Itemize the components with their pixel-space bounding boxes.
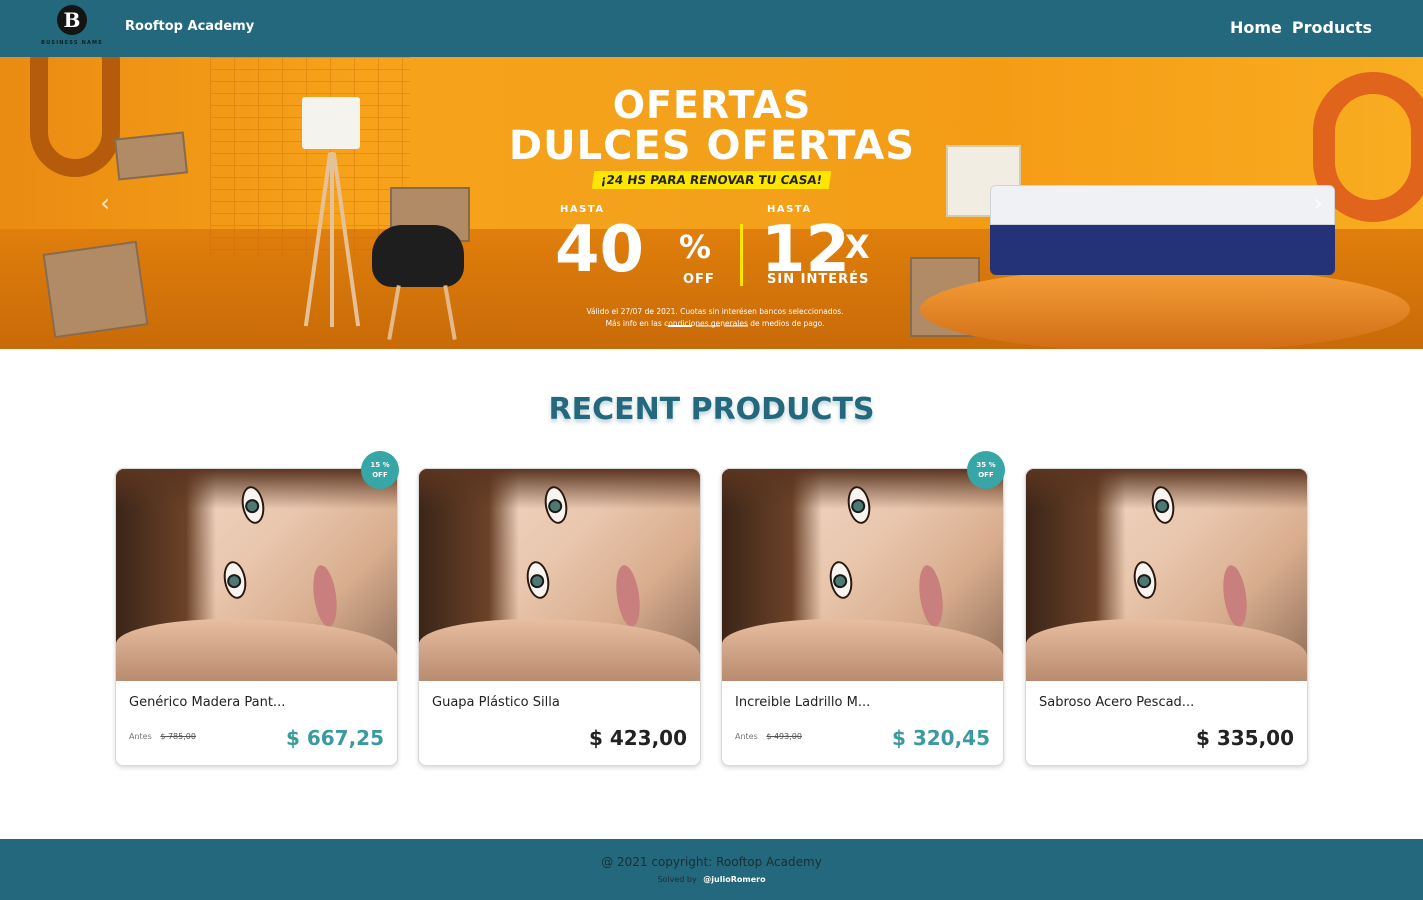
cardboard-box-image <box>42 240 149 339</box>
image-eye <box>1130 559 1160 601</box>
image-lips <box>915 563 947 629</box>
product-price: $ 423,00 <box>588 726 687 750</box>
old-price-group: Antes $ 493,00 <box>735 732 802 741</box>
image-hand <box>1026 619 1307 681</box>
product-name[interactable]: Genérico Madera Pant... <box>129 695 285 710</box>
footer-credit: Solved by @julioRomero <box>0 875 1423 884</box>
carousel-indicator-3[interactable] <box>724 325 748 327</box>
logo-letter: B <box>57 5 87 35</box>
old-price-label: Antes <box>129 732 152 741</box>
product-image[interactable] <box>722 469 1003 681</box>
image-iris <box>529 573 546 590</box>
mattress <box>990 185 1335 225</box>
product-card[interactable]: Guapa Plástico Silla $ 423,00 <box>418 468 701 766</box>
image-iris <box>547 498 564 515</box>
nav-link-home[interactable]: Home <box>1230 18 1282 37</box>
image-lips <box>612 563 644 629</box>
product-name[interactable]: Sabroso Acero Pescad... <box>1039 695 1194 710</box>
brand-name[interactable]: Rooftop Academy <box>125 19 254 34</box>
footer-solved-label: Solved by <box>657 875 697 884</box>
image-iris <box>1154 498 1171 515</box>
product-price: $ 335,00 <box>1195 726 1294 750</box>
promo-deals: HASTA 40 % OFF HASTA 12 X SIN INTERÉS <box>555 204 885 294</box>
old-price-label: Antes <box>735 732 758 741</box>
image-eye <box>826 559 856 601</box>
promo-line-2: DULCES OFERTAS <box>508 123 916 169</box>
image-lips <box>1219 563 1251 629</box>
image-hand <box>419 619 700 681</box>
logo-caption: BUSINESS NAME <box>41 40 103 46</box>
image-iris <box>226 573 243 590</box>
carousel-indicators <box>668 325 748 327</box>
image-iris <box>1136 573 1153 590</box>
product-name[interactable]: Increible Ladrillo M... <box>735 695 870 710</box>
nav-links: Home Products <box>1230 18 1372 37</box>
product-image[interactable] <box>419 469 700 681</box>
navbar: B BUSINESS NAME Rooftop Academy Home Pro… <box>0 0 1423 57</box>
deal-installments-sub: SIN INTERÉS <box>767 272 870 287</box>
floor-lamp-image <box>302 97 360 149</box>
deal-discount-unit: % <box>679 228 712 266</box>
hero-brick-wall <box>210 57 410 257</box>
image-iris <box>850 498 867 515</box>
promo-headline: OFERTAS DULCES OFERTAS ¡24 HS PARA RENOV… <box>490 85 934 189</box>
image-eye <box>220 559 250 601</box>
section-title: RECENT PRODUCTS <box>548 392 875 427</box>
bed-base <box>990 225 1335 275</box>
discount-badge: 35 % OFF <box>967 451 1005 489</box>
deal-separator <box>740 224 743 286</box>
product-price: $ 320,45 <box>891 726 990 750</box>
business-logo[interactable]: B BUSINESS NAME <box>38 5 106 51</box>
carousel-indicator-2[interactable] <box>696 325 720 327</box>
product-name[interactable]: Guapa Plástico Silla <box>432 695 560 710</box>
nav-link-products[interactable]: Products <box>1292 18 1372 37</box>
image-hand <box>116 619 397 681</box>
footer-author-link[interactable]: @julioRomero <box>703 875 765 884</box>
bed-image <box>990 185 1335 280</box>
hero-carousel: OFERTAS DULCES OFERTAS ¡24 HS PARA RENOV… <box>0 57 1423 349</box>
product-price: $ 667,25 <box>285 726 384 750</box>
footer: @ 2021 copyright: Rooftop Academy Solved… <box>0 839 1423 900</box>
old-price-group: Antes $ 785,00 <box>129 732 196 741</box>
deal-discount-value: 40 <box>555 213 645 287</box>
hero-arch-decor <box>30 57 120 177</box>
lamp-leg <box>330 152 334 327</box>
product-image[interactable] <box>1026 469 1307 681</box>
image-lips <box>309 563 341 629</box>
cardboard-box-image <box>113 131 189 181</box>
chair-image <box>372 225 464 287</box>
legal-line-2: Más info en las condiciones generales de… <box>605 319 825 328</box>
badge-percent: 15 % <box>370 461 390 469</box>
footer-copyright: @ 2021 copyright: Rooftop Academy <box>601 855 822 869</box>
badge-off: OFF <box>978 471 994 479</box>
old-price: $ 493,00 <box>766 732 802 741</box>
carousel-prev-icon[interactable]: ‹ <box>93 191 117 215</box>
badge-percent: 35 % <box>976 461 996 469</box>
legal-line-1: Válido el 27/07 de 2021. Cuotas sin inte… <box>586 307 844 316</box>
product-card[interactable]: 35 % OFF Increible Ladrillo M... Antes $… <box>721 451 1005 766</box>
image-hand <box>722 619 1003 681</box>
deal-installments-unit: X <box>845 228 870 266</box>
promo-line-1: OFERTAS <box>612 83 812 127</box>
image-iris <box>832 573 849 590</box>
carousel-next-icon[interactable]: › <box>1306 191 1330 215</box>
product-card[interactable]: Sabroso Acero Pescad... $ 335,00 <box>1025 468 1308 766</box>
badge-off: OFF <box>372 471 388 479</box>
product-image[interactable] <box>116 469 397 681</box>
discount-badge: 15 % OFF <box>361 451 399 489</box>
promo-banner: ¡24 HS PARA RENOVAR TU CASA! <box>592 171 832 189</box>
image-iris <box>244 498 261 515</box>
carousel-indicator-1[interactable] <box>668 325 692 327</box>
product-card[interactable]: 15 % OFF Genérico Madera Pant... Antes $… <box>115 451 399 766</box>
deal-discount-sub: OFF <box>683 272 715 287</box>
old-price: $ 785,00 <box>160 732 196 741</box>
image-eye <box>523 559 553 601</box>
